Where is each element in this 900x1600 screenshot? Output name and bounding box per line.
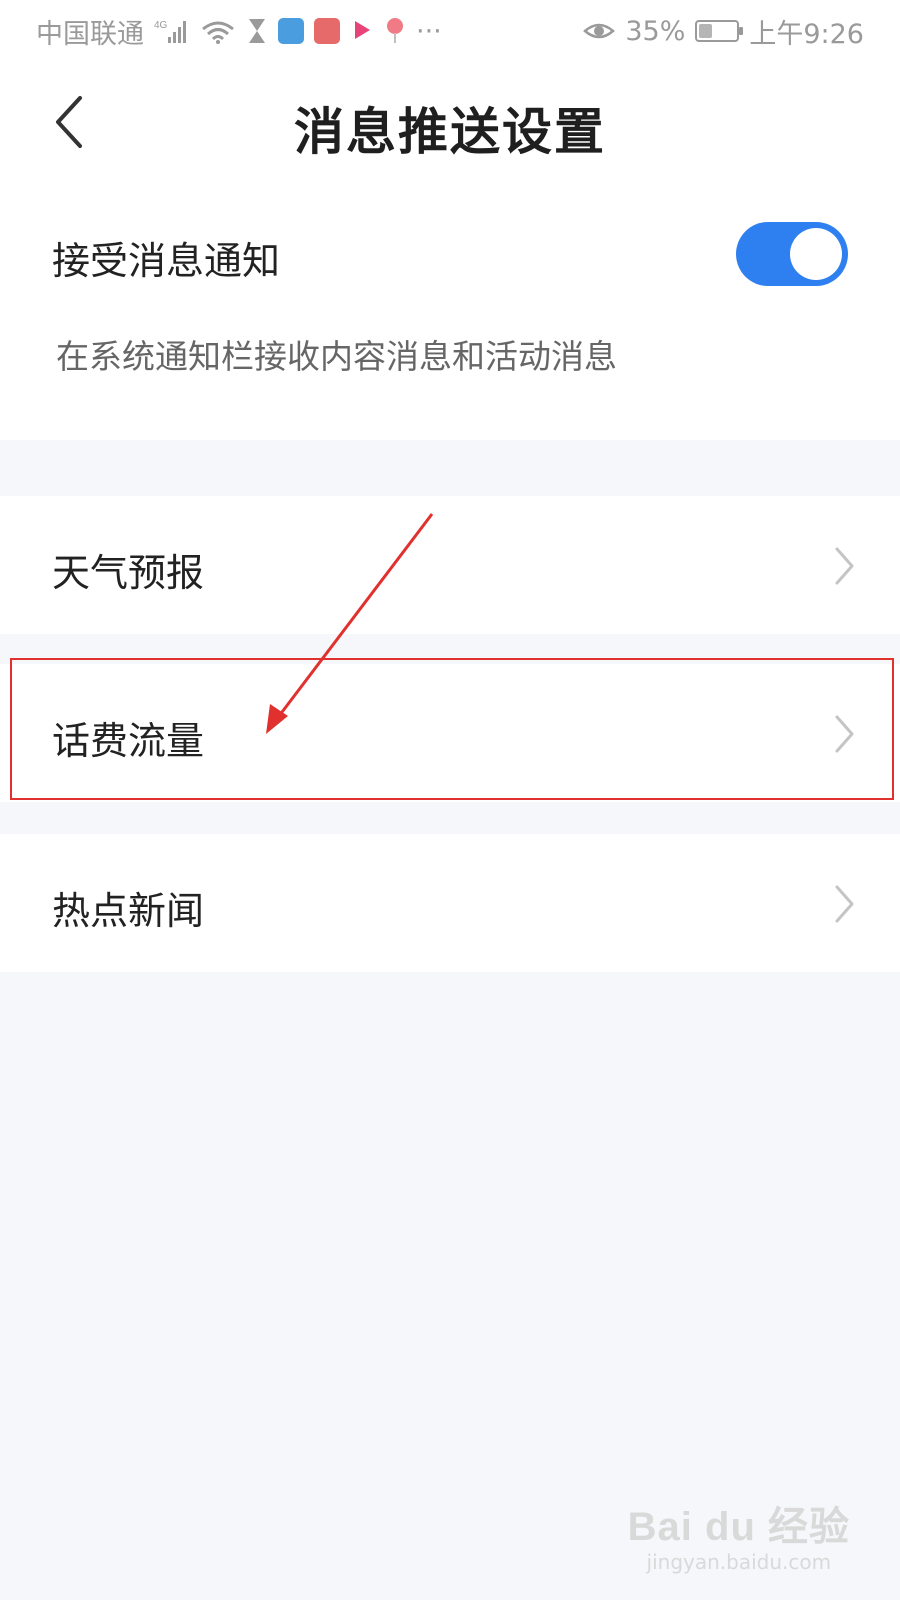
list-item-label: 热点新闻 bbox=[52, 889, 205, 933]
watermark: Bai du 经验 jingyan.baidu.com bbox=[628, 1494, 850, 1574]
list-item-weather[interactable]: 天气预报 bbox=[0, 496, 900, 634]
chevron-right-icon bbox=[835, 547, 854, 585]
screen: 中国联通 4G ··· 35% 上午9:26 消息推送设置 接受消息通知 在系统… bbox=[0, 0, 900, 1600]
list-item-data-usage[interactable]: 话费流量 bbox=[0, 664, 900, 802]
page-title: 消息推送设置 bbox=[294, 103, 606, 161]
list-item-label: 天气预报 bbox=[52, 551, 205, 595]
carrier-label: 中国联通 bbox=[36, 18, 144, 50]
network-type-label: 4G bbox=[154, 20, 168, 31]
status-left: 中国联通 4G ··· bbox=[36, 12, 442, 51]
wifi-icon bbox=[200, 17, 236, 45]
watermark-url: jingyan.baidu.com bbox=[646, 1550, 832, 1574]
notification-toggle-label: 接受消息通知 bbox=[52, 239, 281, 283]
app-icon bbox=[314, 18, 340, 44]
battery-percent: 35% bbox=[625, 15, 686, 47]
notification-toggle[interactable] bbox=[736, 222, 848, 286]
status-right: 35% 上午9:26 bbox=[583, 12, 864, 51]
eye-icon bbox=[583, 19, 616, 43]
hourglass-icon bbox=[246, 17, 268, 45]
watermark-logo: Bai du 经验 bbox=[627, 1505, 850, 1549]
nav-bar: 消息推送设置 bbox=[0, 62, 900, 192]
more-indicator: ··· bbox=[416, 15, 442, 47]
notification-settings: 接受消息通知 在系统通知栏接收内容消息和活动消息 bbox=[0, 192, 900, 440]
app-icon bbox=[278, 18, 304, 44]
clock: 上午9:26 bbox=[749, 18, 864, 50]
list-item-hot-news[interactable]: 热点新闻 bbox=[0, 834, 900, 972]
app-icon bbox=[350, 17, 374, 45]
signal-icon: 4G bbox=[154, 17, 190, 45]
toggle-knob bbox=[790, 228, 842, 280]
chevron-right-icon bbox=[835, 715, 854, 753]
battery-icon bbox=[695, 20, 744, 42]
list-item-label: 话费流量 bbox=[52, 719, 205, 763]
status-bar: 中国联通 4G ··· 35% 上午9:26 bbox=[0, 0, 900, 62]
notification-description: 在系统通知栏接收内容消息和活动消息 bbox=[56, 337, 617, 376]
app-icon bbox=[384, 16, 406, 46]
chevron-right-icon bbox=[835, 885, 854, 923]
battery-fill bbox=[699, 24, 712, 38]
